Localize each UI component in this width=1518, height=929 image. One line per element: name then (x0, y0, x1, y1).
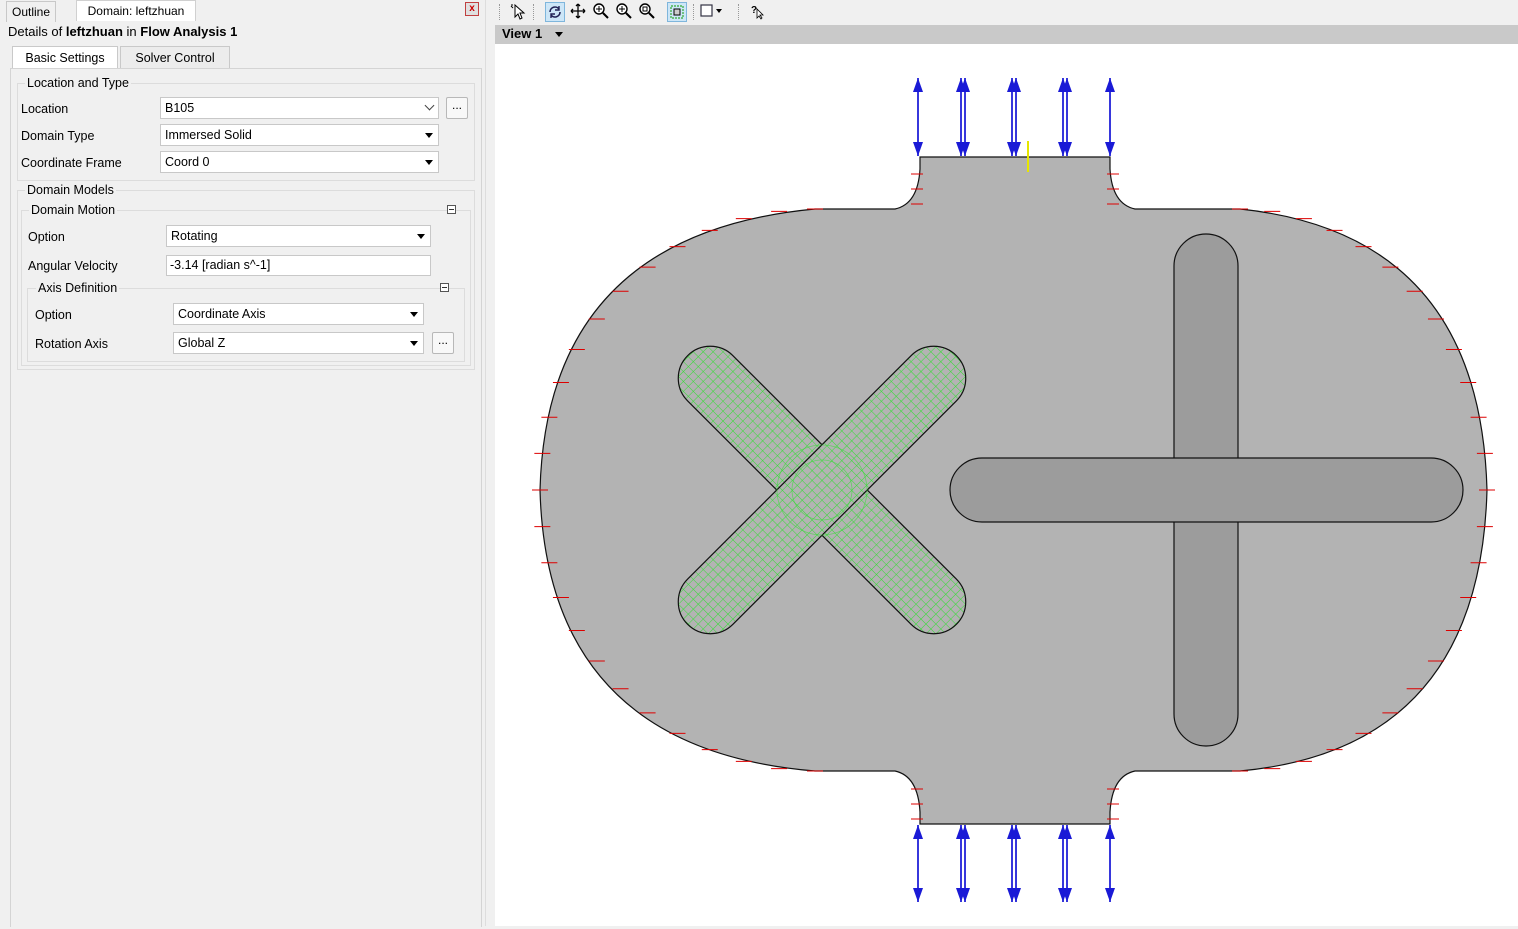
location-type-title: Location and Type (25, 76, 131, 90)
rotation-axis-browse-button[interactable]: ... (432, 332, 454, 354)
tab-domain-leftzhuan[interactable]: Domain: leftzhuan (76, 0, 196, 21)
tab-solver-control[interactable]: Solver Control (120, 46, 230, 69)
graphics-viewport[interactable] (495, 44, 1518, 926)
basic-settings-panel: Location and Type Location B105 ... Doma… (10, 68, 482, 927)
tab-basic-settings[interactable]: Basic Settings (12, 46, 118, 70)
rotation-axis-value: Global Z (178, 336, 226, 350)
coordinate-frame-combo[interactable]: Coord 0 (160, 151, 439, 173)
pan-icon[interactable] (568, 2, 588, 22)
svg-text:?: ? (751, 5, 757, 16)
rotation-axis-label: Rotation Axis (35, 337, 108, 351)
viewport-layout-icon[interactable] (699, 2, 722, 22)
domain-models-title: Domain Models (25, 183, 116, 197)
flow-arrow-head (1105, 142, 1115, 156)
dropdown-arrow-icon (410, 341, 418, 346)
axis-definition-title: Axis Definition (36, 281, 120, 295)
axis-option-value: Coordinate Axis (178, 307, 266, 321)
toolbar-grip[interactable] (693, 4, 696, 20)
dropdown-arrow-icon (425, 133, 433, 138)
toolbar-grip[interactable] (499, 4, 502, 20)
location-browse-button[interactable]: ... (446, 97, 468, 119)
axis-option-label: Option (35, 308, 72, 322)
flow-arrow-head (913, 888, 923, 902)
details-title: Details of leftzhuan in Flow Analysis 1 (8, 24, 237, 39)
domain-type-value: Immersed Solid (165, 128, 252, 142)
location-label: Location (21, 102, 69, 116)
angular-velocity-input[interactable]: -3.14 [radian s^-1] (166, 255, 431, 276)
axis-option-combo[interactable]: Coordinate Axis (173, 303, 424, 325)
chevron-down-icon (424, 100, 435, 111)
flow-arrow-head (913, 142, 923, 156)
collapse-axis-definition-icon[interactable] (440, 283, 449, 292)
details-prefix: Details of (8, 24, 63, 39)
view-bar: View 1 (495, 25, 1518, 44)
zoom-icon[interactable] (591, 2, 611, 22)
coordinate-frame-label: Coordinate Frame (21, 156, 122, 170)
domain-type-label: Domain Type (21, 129, 95, 143)
fit-view-icon[interactable] (667, 2, 687, 22)
location-value: B105 (165, 101, 195, 115)
collapse-domain-motion-icon[interactable] (447, 205, 456, 214)
domain-motion-title: Domain Motion (29, 203, 118, 217)
dropdown-arrow-icon (410, 312, 418, 317)
details-mid: in (126, 24, 137, 39)
dropdown-arrow-icon (425, 160, 433, 165)
pump-geometry-drawing (532, 78, 1495, 902)
rotate-icon[interactable] (545, 2, 565, 22)
coordinate-frame-value: Coord 0 (165, 155, 210, 169)
domain-type-combo[interactable]: Immersed Solid (160, 124, 439, 146)
details-analysis-name: Flow Analysis 1 (140, 24, 238, 39)
select-icon[interactable] (509, 2, 529, 22)
view-title[interactable]: View 1 (502, 26, 542, 41)
close-icon[interactable]: x (465, 2, 479, 16)
toolbar-grip[interactable] (533, 4, 536, 20)
dropdown-arrow-icon (417, 234, 425, 239)
location-combo[interactable]: B105 (160, 97, 439, 119)
details-panel: Outline Domain: leftzhuan x Details of l… (0, 0, 485, 927)
toolbar-grip[interactable] (738, 4, 741, 20)
motion-option-label: Option (28, 230, 65, 244)
tab-outline[interactable]: Outline (6, 1, 56, 22)
help-icon[interactable]: ? (748, 2, 768, 22)
details-object-name: leftzhuan (65, 24, 123, 39)
viewer-toolbar: ? (495, 0, 1518, 24)
motion-option-value: Rotating (171, 229, 218, 243)
view-dropdown-icon[interactable] (555, 32, 563, 37)
angular-velocity-label: Angular Velocity (28, 259, 118, 273)
rotation-axis-combo[interactable]: Global Z (173, 332, 424, 354)
motion-option-combo[interactable]: Rotating (166, 225, 431, 247)
zoom-box-icon[interactable] (614, 2, 634, 22)
zoom-fit-icon[interactable] (637, 2, 657, 22)
flow-arrow-head (1105, 888, 1115, 902)
